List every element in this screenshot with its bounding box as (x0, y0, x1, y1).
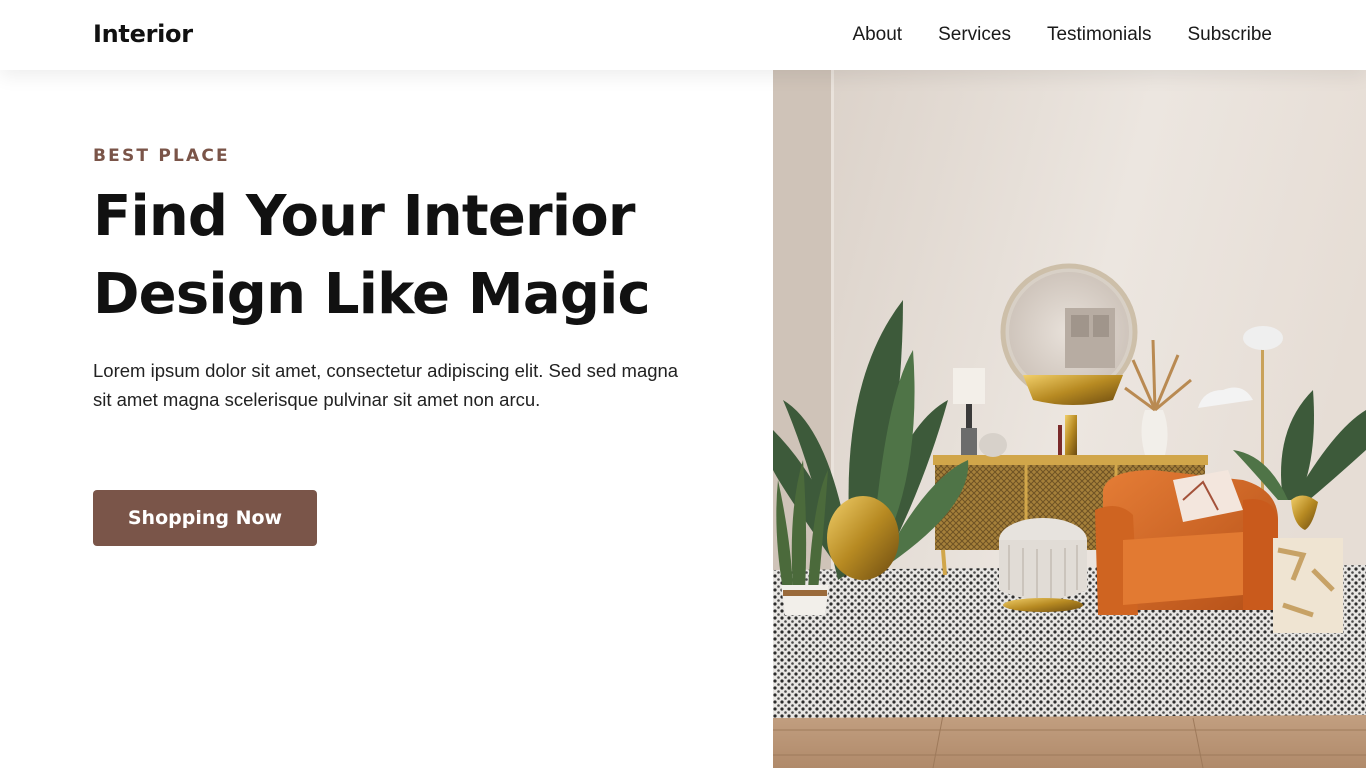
living-room-illustration (773, 70, 1366, 768)
hero-eyebrow: BEST PLACE (93, 146, 230, 166)
nav-link-about[interactable]: About (852, 24, 902, 46)
shopping-now-button[interactable]: Shopping Now (93, 490, 317, 546)
hero-interior-image (773, 70, 1366, 768)
hero-description: Lorem ipsum dolor sit amet, consectetur … (93, 360, 679, 410)
main-nav: About Services Testimonials Subscribe (852, 24, 1272, 46)
nav-link-testimonials[interactable]: Testimonials (1047, 24, 1152, 46)
nav-link-subscribe[interactable]: Subscribe (1188, 24, 1273, 46)
nav-link-services[interactable]: Services (938, 24, 1011, 46)
site-header: Interior About Services Testimonials Sub… (0, 0, 1366, 70)
hero-headline-line-2: Design Like Magic (93, 262, 651, 327)
hero-headline-line-1: Find Your Interior (93, 184, 636, 249)
hero-headline: Find Your Interior Design Like Magic (93, 178, 733, 334)
page: Interior About Services Testimonials Sub… (0, 0, 1366, 768)
brand-logo[interactable]: Interior (93, 20, 193, 48)
